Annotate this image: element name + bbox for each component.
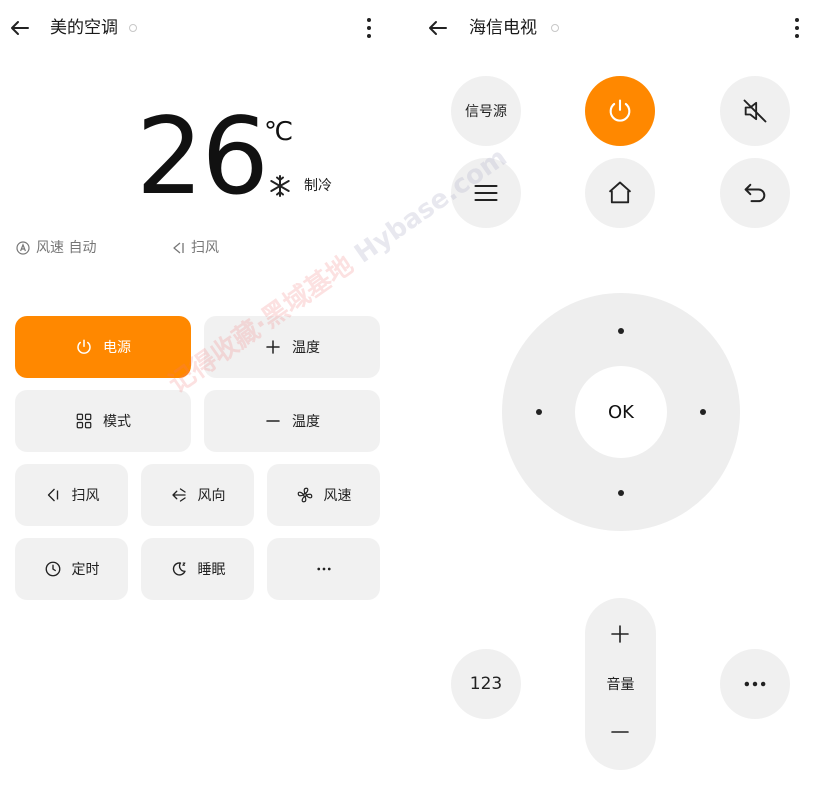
fan-speed-button[interactable]: 风速 xyxy=(267,464,380,526)
mute-icon xyxy=(743,99,767,123)
clock-icon xyxy=(45,561,60,577)
more-horizontal-icon xyxy=(316,567,331,571)
more-vertical-icon[interactable] xyxy=(785,14,809,42)
mode-button-label: 模式 xyxy=(103,414,131,430)
return-button[interactable] xyxy=(720,158,790,228)
more-options-button[interactable] xyxy=(267,538,380,600)
volume-down-icon[interactable] xyxy=(608,720,632,744)
swing-icon xyxy=(173,242,184,254)
tv-power-button[interactable] xyxy=(585,76,655,146)
fan-speed-status-text: 风速 自动 xyxy=(36,240,97,256)
swing-status: 扫风 xyxy=(171,238,219,258)
ok-button[interactable]: OK xyxy=(575,366,667,458)
swing-status-text: 扫风 xyxy=(191,240,219,256)
swing-button-label: 扫风 xyxy=(71,488,100,504)
mute-button[interactable] xyxy=(720,76,790,146)
home-icon xyxy=(608,181,632,204)
mode-label: 制冷 xyxy=(304,178,332,194)
return-icon xyxy=(744,183,766,203)
wind-direction-icon xyxy=(171,488,186,502)
ac-remote-panel: 美的空调 26 ℃ 制冷 风速 自动 扫风 电源 温度 模式 温度 扫风 风向 xyxy=(0,0,400,786)
volume-up-icon[interactable] xyxy=(608,622,632,646)
grid-icon xyxy=(76,413,92,429)
tv-more-button[interactable] xyxy=(720,649,790,719)
wind-direction-button[interactable]: 风向 xyxy=(141,464,254,526)
back-arrow-icon[interactable] xyxy=(426,16,450,40)
connection-status-icon xyxy=(129,24,137,32)
sleep-button[interactable]: 睡眠 xyxy=(141,538,254,600)
back-arrow-icon[interactable] xyxy=(8,16,32,40)
ac-title: 美的空调 xyxy=(50,18,118,38)
temperature-down-label: 温度 xyxy=(292,414,320,430)
moon-icon xyxy=(172,562,186,576)
temperature-unit: ℃ xyxy=(264,117,294,147)
numpad-button[interactable]: 123 xyxy=(451,649,521,719)
home-button[interactable] xyxy=(585,158,655,228)
timer-button-label: 定时 xyxy=(71,562,100,578)
dpad-down[interactable] xyxy=(618,490,624,496)
tv-header: 海信电视 xyxy=(410,0,821,56)
tv-remote-panel: 海信电视 信号源 OK 123 音量 xyxy=(410,0,821,786)
snowflake-icon xyxy=(270,175,290,197)
ac-header: 美的空调 xyxy=(0,0,400,56)
temperature-up-button[interactable]: 温度 xyxy=(204,316,380,378)
fan-icon xyxy=(297,487,312,503)
timer-button[interactable]: 定时 xyxy=(15,538,128,600)
temperature-up-label: 温度 xyxy=(292,340,320,356)
plus-icon xyxy=(266,340,280,354)
dpad-up[interactable] xyxy=(618,328,624,334)
volume-control: 音量 xyxy=(585,598,656,770)
swing-button[interactable]: 扫风 xyxy=(15,464,128,526)
numpad-button-label: 123 xyxy=(469,674,503,694)
connection-status-icon xyxy=(551,24,559,32)
fan-speed-label: 风速 xyxy=(323,488,352,504)
temperature-down-button[interactable]: 温度 xyxy=(204,390,380,452)
mode-button[interactable]: 模式 xyxy=(15,390,191,452)
more-horizontal-icon xyxy=(744,681,766,687)
sleep-button-label: 睡眠 xyxy=(197,562,226,578)
tv-title: 海信电视 xyxy=(469,18,537,38)
wind-direction-label: 风向 xyxy=(197,488,226,504)
power-button[interactable]: 电源 xyxy=(15,316,191,378)
dpad-left[interactable] xyxy=(536,409,542,415)
dpad-right[interactable] xyxy=(700,409,706,415)
directional-pad: OK xyxy=(502,293,740,531)
minus-icon xyxy=(266,420,280,422)
source-button[interactable]: 信号源 xyxy=(451,76,521,146)
menu-icon xyxy=(474,184,498,202)
temperature-display: 26 xyxy=(136,95,269,218)
power-icon xyxy=(77,339,91,354)
more-vertical-icon[interactable] xyxy=(357,14,381,42)
power-icon xyxy=(609,99,631,122)
volume-label: 音量 xyxy=(606,677,635,693)
menu-button[interactable] xyxy=(451,158,521,228)
fan-speed-status: 风速 自动 xyxy=(16,238,96,258)
source-button-label: 信号源 xyxy=(465,104,507,120)
auto-fan-icon xyxy=(16,241,30,255)
power-button-label: 电源 xyxy=(103,340,131,356)
swing-icon xyxy=(47,488,58,502)
